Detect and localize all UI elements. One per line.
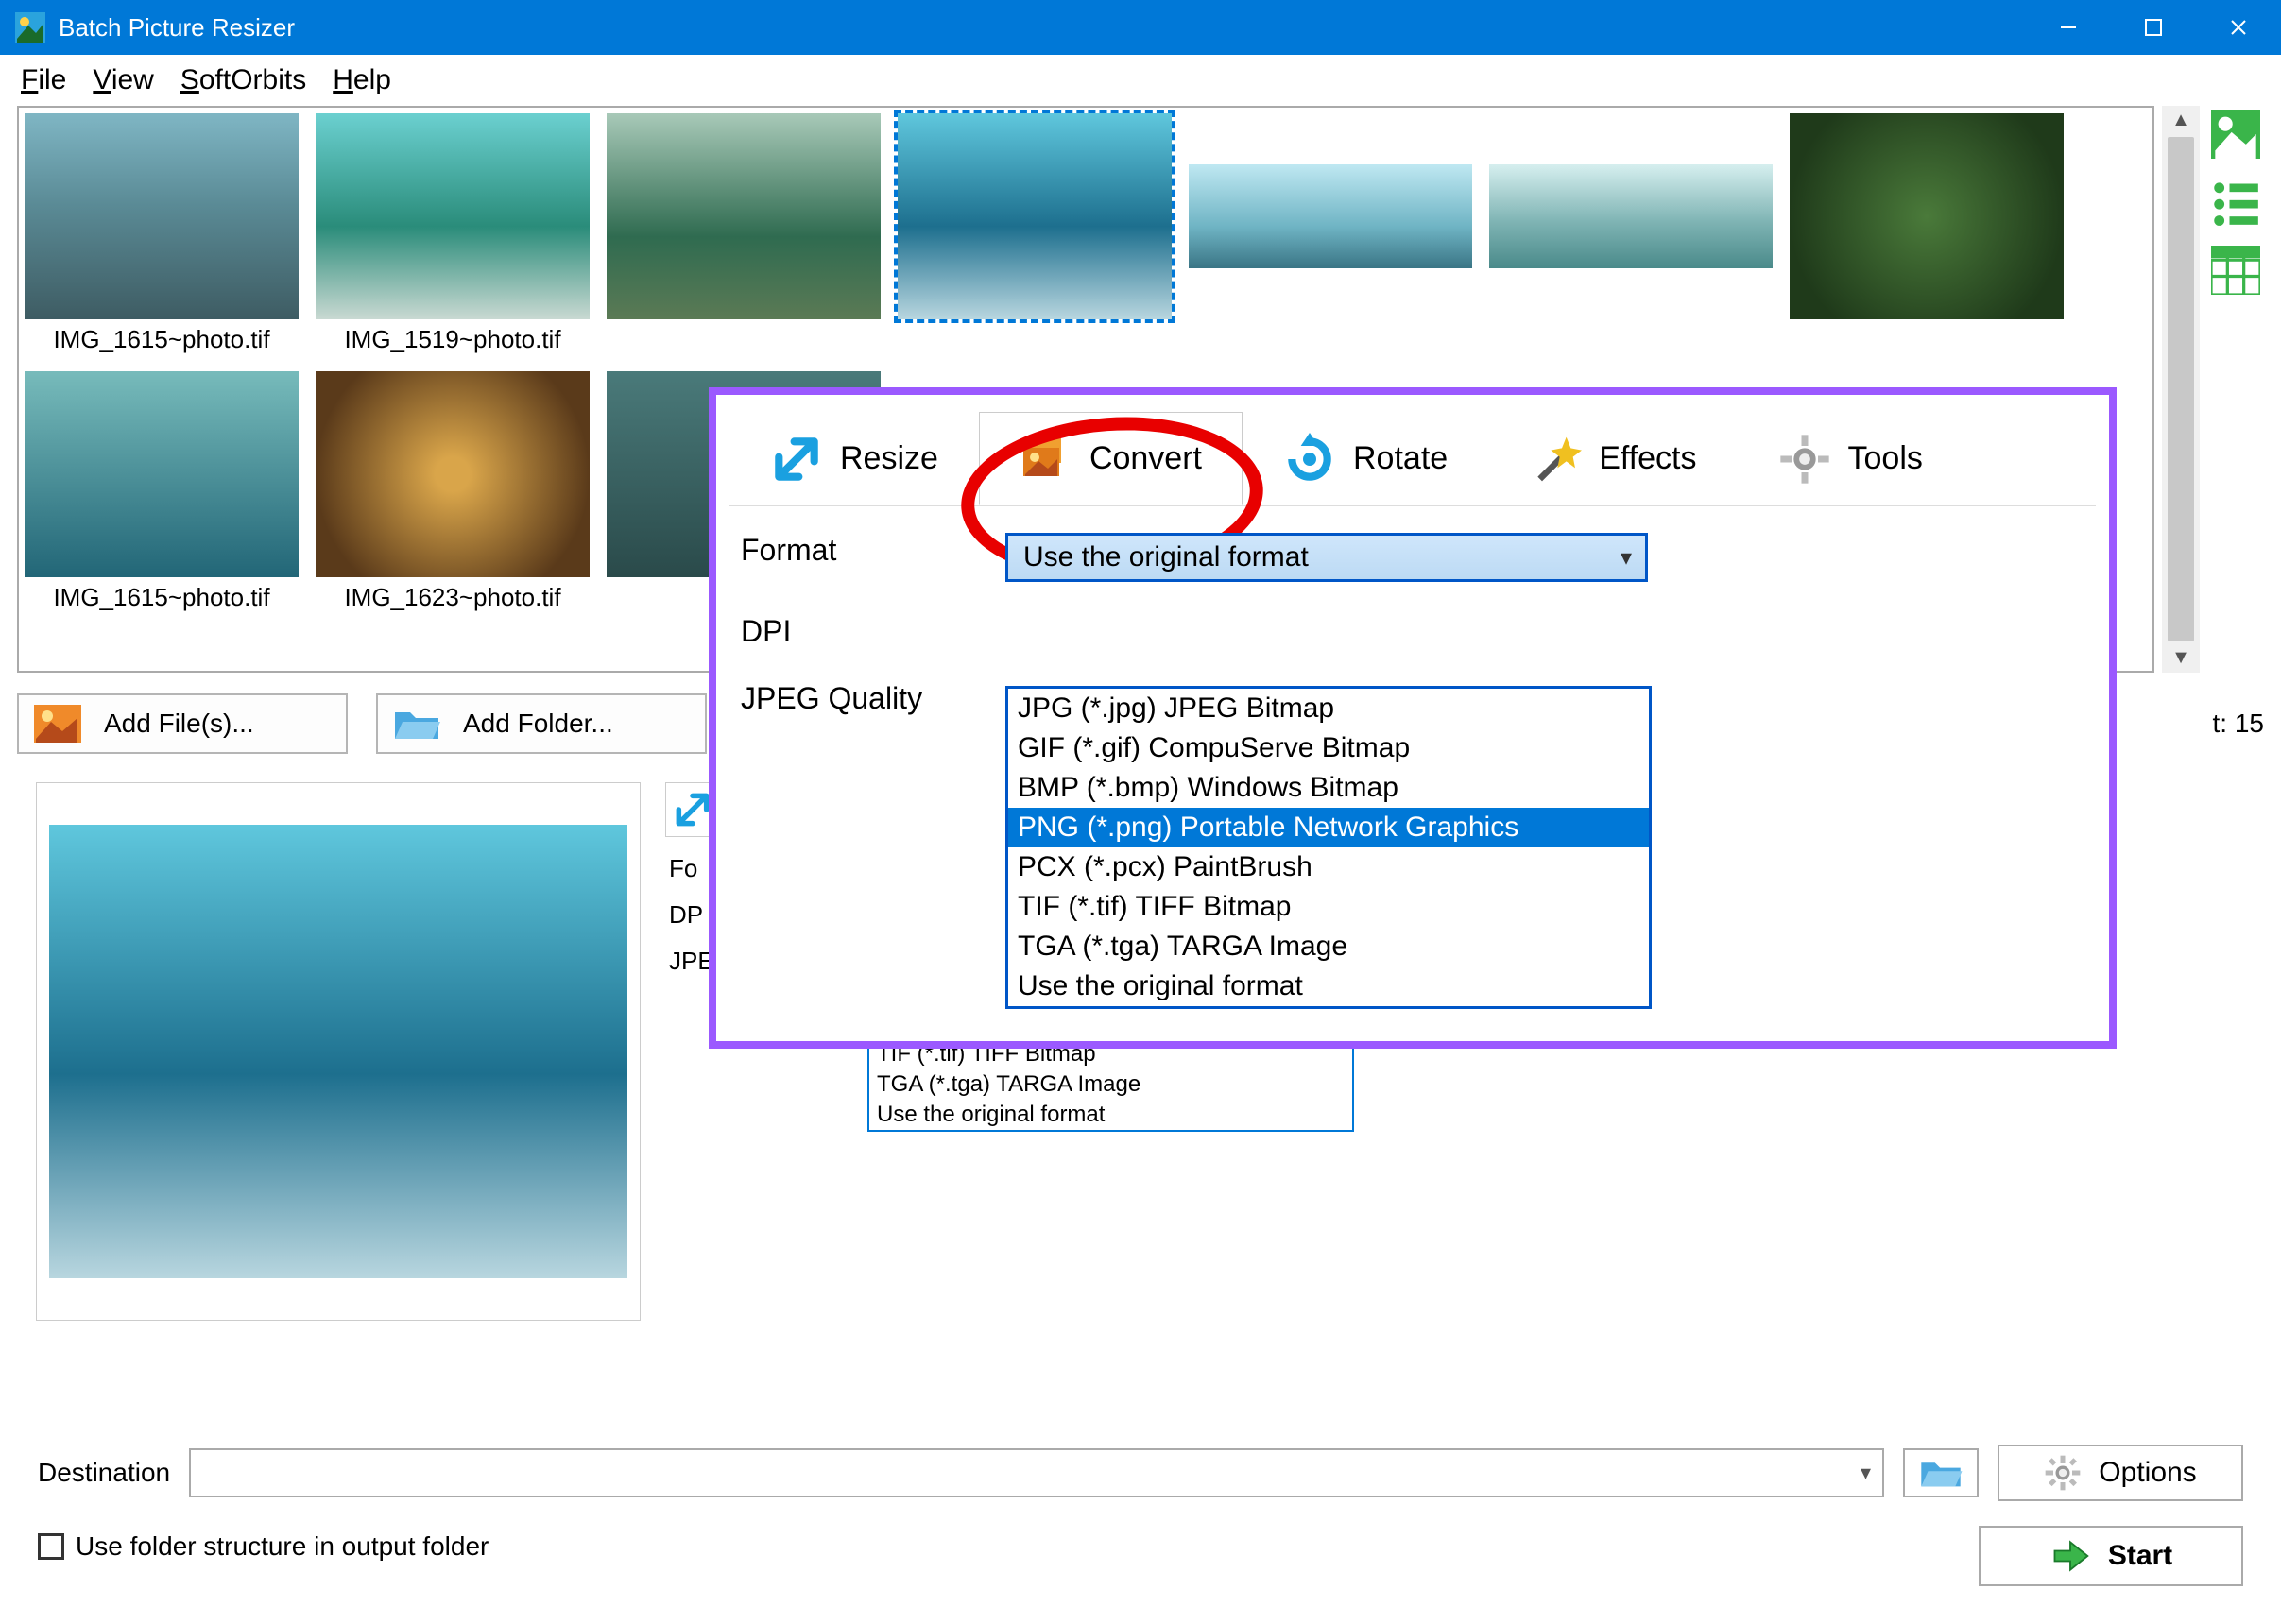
title-bar: Batch Picture Resizer — [0, 0, 2281, 55]
app-icon — [15, 12, 45, 43]
add-files-button[interactable]: Add File(s)... — [17, 693, 348, 754]
thumbnail-scrollbar[interactable]: ▲ ▼ — [2162, 106, 2200, 673]
thumbnail-item[interactable] — [1489, 113, 1773, 354]
view-list-icon[interactable] — [2211, 178, 2260, 227]
resize-icon — [770, 433, 823, 486]
window-controls — [2026, 0, 2281, 55]
add-folder-button[interactable]: Add Folder... — [376, 693, 707, 754]
view-thumbnails-icon[interactable] — [2211, 110, 2260, 159]
thumbnail-item[interactable]: IMG_1519~photo.tif — [316, 113, 590, 354]
thumbnail-item[interactable] — [607, 113, 881, 354]
folder-structure-label: Use folder structure in output folder — [76, 1531, 489, 1562]
folder-structure-checkbox-row[interactable]: Use folder structure in output folder — [38, 1531, 489, 1562]
scroll-down-icon[interactable]: ▼ — [2171, 647, 2190, 669]
preview-image — [49, 825, 627, 1278]
dpi-label: DPI — [741, 614, 1005, 649]
gear-icon — [2044, 1454, 2082, 1492]
menu-file[interactable]: File — [21, 64, 66, 96]
scroll-up-icon[interactable]: ▲ — [2171, 110, 2190, 131]
format-dropdown-list[interactable]: JPG (*.jpg) JPEG BitmapGIF (*.gif) Compu… — [1005, 686, 1652, 1009]
format-option[interactable]: BMP (*.bmp) Windows Bitmap — [1008, 768, 1649, 808]
play-icon — [2049, 1535, 2091, 1577]
format-option[interactable]: Use the original format — [1008, 966, 1649, 1006]
tab-resize[interactable]: Resize — [729, 412, 979, 505]
tab-convert-label: Convert — [1089, 440, 1202, 477]
destination-input[interactable]: ▾ — [189, 1448, 1884, 1497]
chevron-down-icon: ▾ — [1621, 544, 1632, 572]
thumbnail-item[interactable] — [1189, 113, 1472, 354]
file-count-label: t: 15 — [2213, 709, 2264, 739]
view-mode-switcher — [2207, 106, 2264, 673]
destination-label: Destination — [38, 1458, 170, 1488]
format-combobox-value: Use the original format — [1023, 541, 1309, 573]
format-label: Format — [741, 533, 1005, 568]
close-button[interactable] — [2196, 0, 2281, 55]
preview-panel — [36, 782, 641, 1321]
thumbnail-item-selected[interactable] — [898, 113, 1172, 354]
format-option-bg[interactable]: TGA (*.tga) TARGA Image — [869, 1069, 1352, 1100]
destination-row: Destination ▾ Options — [38, 1445, 2243, 1501]
tab-resize-label: Resize — [840, 440, 938, 477]
tab-rotate-label: Rotate — [1353, 440, 1448, 477]
thumbnail-item[interactable]: IMG_1615~photo.tif — [25, 113, 299, 354]
tools-icon — [1778, 433, 1831, 486]
format-option[interactable]: TIF (*.tif) TIFF Bitmap — [1008, 887, 1649, 927]
tab-effects[interactable]: Effects — [1488, 412, 1737, 505]
menu-softorbits[interactable]: SoftOrbits — [180, 64, 306, 96]
tab-rotate[interactable]: Rotate — [1243, 412, 1488, 505]
add-folder-label: Add Folder... — [463, 709, 613, 739]
callout-tab-bar: Resize Convert Rotate Effects Tools — [729, 412, 2096, 506]
scrollbar-thumb[interactable] — [2168, 137, 2194, 641]
format-option[interactable]: JPG (*.jpg) JPEG Bitmap — [1008, 689, 1649, 728]
app-title: Batch Picture Resizer — [59, 13, 2026, 43]
tab-convert[interactable]: Convert — [979, 412, 1243, 505]
tab-effects-label: Effects — [1599, 440, 1696, 477]
format-option[interactable]: PNG (*.png) Portable Network Graphics — [1008, 808, 1649, 847]
options-button[interactable]: Options — [1998, 1445, 2243, 1501]
menu-help[interactable]: Help — [333, 64, 391, 96]
menu-view[interactable]: View — [93, 64, 153, 96]
image-file-icon — [34, 705, 81, 743]
start-button[interactable]: Start — [1979, 1526, 2243, 1586]
browse-destination-button[interactable] — [1903, 1448, 1979, 1497]
format-combobox[interactable]: Use the original format ▾ — [1005, 533, 1648, 582]
view-details-icon[interactable] — [2211, 246, 2260, 295]
add-files-label: Add File(s)... — [104, 709, 254, 739]
thumbnail-item[interactable]: IMG_1623~photo.tif — [316, 371, 590, 612]
start-label: Start — [2108, 1540, 2172, 1572]
format-option[interactable]: TGA (*.tga) TARGA Image — [1008, 927, 1649, 966]
format-option[interactable]: GIF (*.gif) CompuServe Bitmap — [1008, 728, 1649, 768]
maximize-button[interactable] — [2111, 0, 2196, 55]
minimize-button[interactable] — [2026, 0, 2111, 55]
menu-bar: File View SoftOrbits Help — [0, 55, 2281, 106]
convert-icon — [1020, 433, 1072, 486]
effects-icon — [1529, 433, 1582, 486]
checkbox-icon[interactable] — [38, 1533, 64, 1560]
tab-tools[interactable]: Tools — [1738, 412, 1964, 505]
format-option-bg[interactable]: Use the original format — [869, 1100, 1352, 1130]
chevron-down-icon: ▾ — [1861, 1461, 1871, 1485]
format-option[interactable]: PCX (*.pcx) PaintBrush — [1008, 847, 1649, 887]
options-label: Options — [2099, 1457, 2196, 1489]
rotate-icon — [1283, 433, 1336, 486]
jpeg-quality-label-callout: JPEG Quality — [741, 681, 1005, 716]
tab-tools-label: Tools — [1848, 440, 1923, 477]
thumbnail-item[interactable] — [1790, 113, 2064, 354]
thumbnail-item[interactable]: IMG_1615~photo.tif — [25, 371, 299, 612]
convert-callout-overlay: Resize Convert Rotate Effects Tools — [709, 387, 2117, 1049]
folder-icon — [393, 705, 440, 743]
